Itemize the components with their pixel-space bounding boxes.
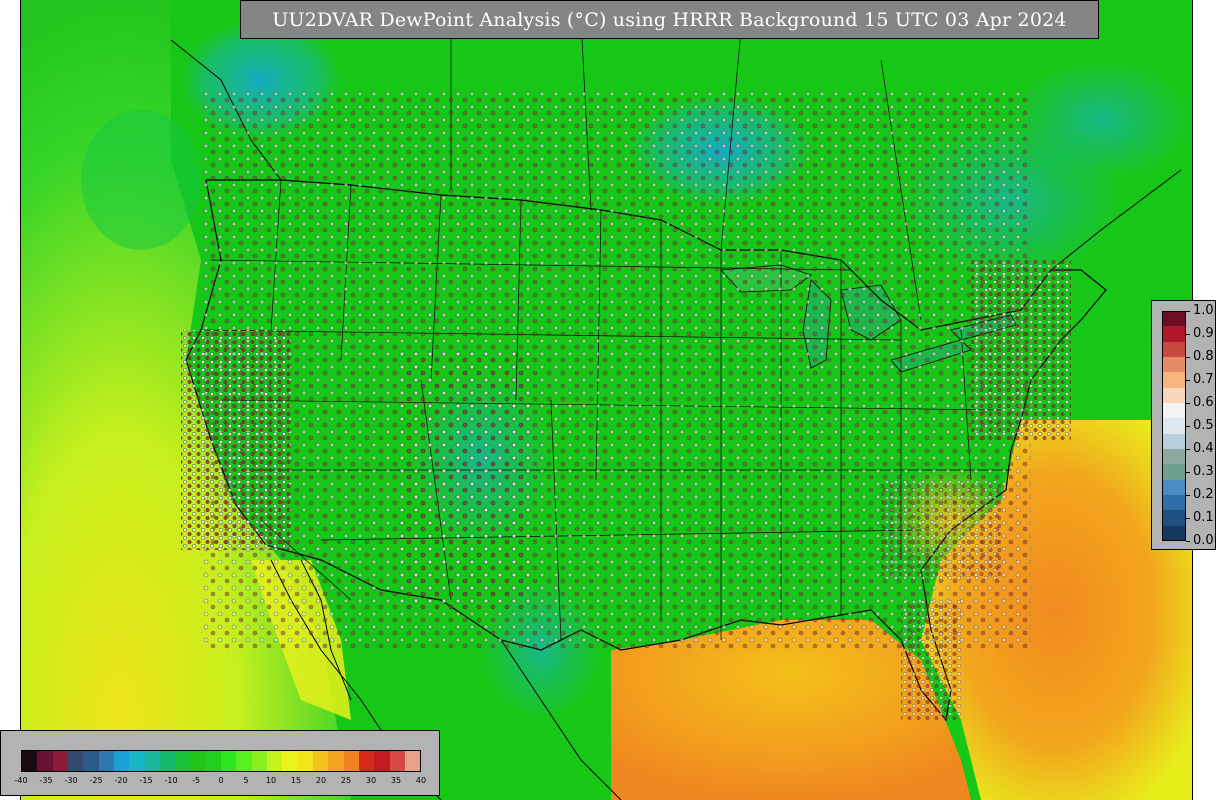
colorbar-tick-label: -30: [64, 776, 78, 785]
colorbar-segment: [52, 751, 68, 771]
obs-legend-tick-label: 0.3: [1193, 464, 1214, 479]
obs-legend-frame: [1162, 311, 1186, 541]
colorbar-segment: [129, 751, 145, 771]
colorbar-segment: [98, 751, 114, 771]
colorbar-tick-label: -15: [139, 776, 153, 785]
colorbar-segment: [343, 751, 359, 771]
obs-legend-tickmark: [1186, 334, 1190, 335]
obs-legend-tickmark: [1186, 541, 1190, 542]
colorbar-tick-label: -10: [164, 776, 178, 785]
obs-legend-tickmark: [1186, 426, 1190, 427]
colorbar-segment: [67, 751, 84, 771]
obs-legend-tickmark: [1186, 357, 1190, 358]
colorbar-tick-label: 5: [243, 776, 249, 785]
colorbar-tick-label: 0: [218, 776, 224, 785]
colorbar-tick-label: -20: [114, 776, 128, 785]
colorbar-segment: [312, 751, 329, 771]
obs-legend-tick-label: 0.8: [1193, 349, 1214, 364]
obs-legend-tick-label: 0.9: [1193, 326, 1214, 341]
colorbar-segment: [236, 751, 252, 771]
obs-legend-tick-label: 0.4: [1193, 441, 1214, 456]
map-title: UU2DVAR DewPoint Analysis (°C) using HRR…: [240, 0, 1099, 39]
colorbar-segment: [113, 751, 130, 771]
colorbar-segment: [159, 751, 176, 771]
colorbar-segment: [328, 751, 344, 771]
colorbar-tick-label: 25: [340, 776, 352, 785]
obs-legend-tick-label: 0.1: [1193, 510, 1214, 525]
obs-legend-tickmark: [1186, 311, 1190, 312]
colorbar-segment: [374, 751, 390, 771]
colorbar-segment: [267, 751, 283, 771]
colorbar-segment: [190, 751, 206, 771]
obs-legend-tickmark: [1186, 472, 1190, 473]
colorbar-segment: [221, 751, 237, 771]
colorbar-segment: [144, 751, 160, 771]
obs-legend-tick-label: 0.2: [1193, 487, 1214, 502]
colorbar-segment: [175, 751, 191, 771]
colorbar-tick-label: -35: [39, 776, 53, 785]
colorbar-tick-label: -5: [192, 776, 200, 785]
colorbar-segment: [282, 751, 298, 771]
obs-legend-tickmark: [1186, 495, 1190, 496]
obs-legend-tick-label: 1.0: [1193, 303, 1214, 318]
obs-legend-tick-label: 0.5: [1193, 418, 1214, 433]
observation-legend: 1.0 0.9 0.8 0.7 0.6 0.5 0.4 0.3 0.2 0.1 0.0: [1151, 300, 1216, 550]
colorbar-segment: [404, 751, 421, 771]
colorbar-tick-label: 30: [365, 776, 377, 785]
map-frame: [20, 0, 1193, 800]
colorbar-segment: [37, 751, 53, 771]
colorbar-tick-label: 35: [390, 776, 402, 785]
dewpoint-colorbar-bar: [21, 750, 421, 772]
obs-legend-tick-label: 0.6: [1193, 395, 1214, 410]
colorbar-segment: [389, 751, 405, 771]
colorbar-segment: [251, 751, 267, 771]
obs-legend-tick-label: 0.7: [1193, 372, 1214, 387]
obs-legend-tickmark: [1186, 380, 1190, 381]
colorbar-segment: [297, 751, 313, 771]
obs-legend-tickmark: [1186, 449, 1190, 450]
colorbar-segment: [83, 751, 99, 771]
colorbar-tick-label: 40: [415, 776, 427, 785]
colorbar-segment: [358, 751, 375, 771]
colorbar-tick-label: 10: [265, 776, 277, 785]
obs-legend-tickmark: [1186, 403, 1190, 404]
colorbar-tick-label: -25: [89, 776, 103, 785]
obs-legend-tick-label: 0.0: [1193, 533, 1214, 548]
dewpoint-colorbar: -40 -35 -30 -25 -20 -15 -10 -5 0 5 10 15 20 25 30 35 40: [0, 730, 440, 796]
dewpoint-map: [21, 0, 1192, 800]
colorbar-segment: [205, 751, 222, 771]
colorbar-segment: [22, 751, 38, 771]
colorbar-tick-label: 15: [290, 776, 302, 785]
colorbar-tick-label: -40: [14, 776, 28, 785]
colorbar-tick-label: 20: [315, 776, 327, 785]
obs-legend-tickmark: [1186, 518, 1190, 519]
